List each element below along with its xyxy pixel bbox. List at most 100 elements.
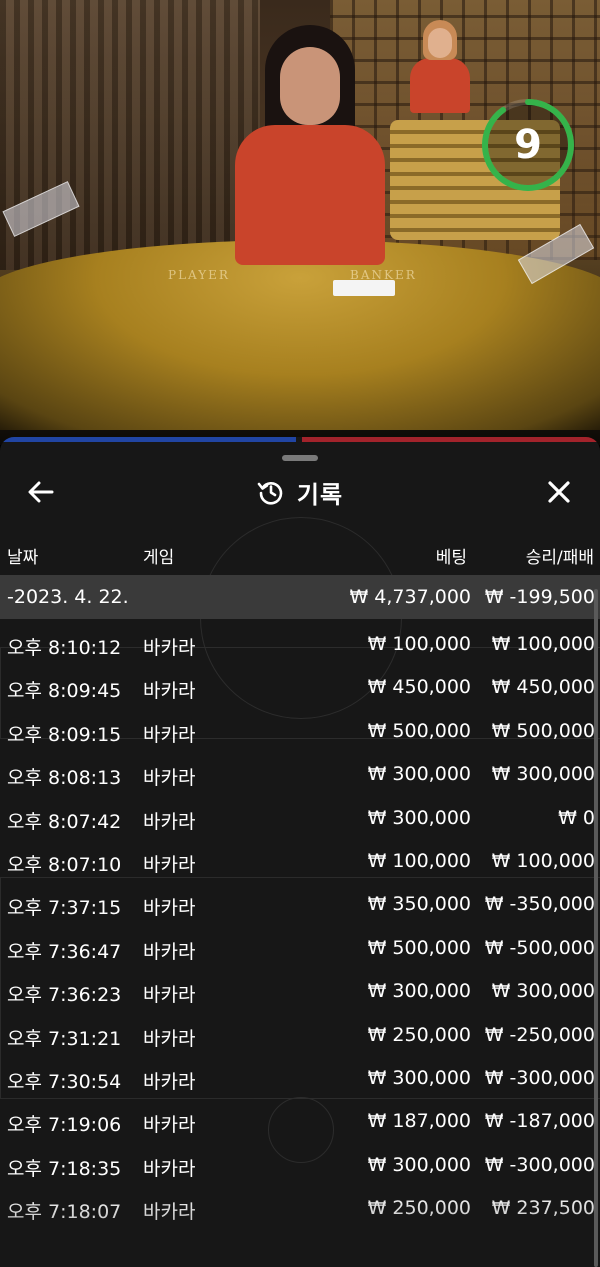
history-icon: [257, 481, 283, 505]
row-game: 바카라: [143, 723, 196, 746]
row-time: 오후 7:37:15: [7, 897, 122, 920]
summary-result-total: ₩ -199,500: [484, 586, 595, 608]
row-bet: ₩ 100,000: [367, 633, 471, 655]
row-game: 바카라: [143, 1157, 196, 1180]
row-time: 오후 7:31:21: [7, 1027, 122, 1050]
baccarat-table: [0, 240, 600, 430]
row-game: 바카라: [143, 1070, 196, 1093]
player-color-bar: [0, 437, 296, 442]
history-panel: 기록 날짜 게임 베팅 승리/패배 -2023. 4. 22. ₩ 4,737,…: [0, 437, 600, 1267]
row-bet: ₩ 300,000: [367, 980, 471, 1003]
history-row[interactable]: 오후 7:18:07 바카라 ₩ 250,000 ₩ 237,500: [0, 1187, 600, 1230]
history-row[interactable]: 오후 8:08:13 바카라 ₩ 300,000 ₩ 300,000: [0, 753, 600, 796]
row-time: 오후 7:36:47: [7, 940, 122, 963]
row-game: 바카라: [143, 810, 196, 833]
row-game: 바카라: [143, 853, 196, 876]
row-time: 오후 7:36:23: [7, 984, 122, 1007]
row-bet: ₩ 500,000: [367, 936, 471, 959]
row-game: 바카라: [143, 1027, 196, 1050]
row-game: 바카라: [143, 680, 196, 703]
row-bet: ₩ 300,000: [367, 806, 471, 829]
banker-color-bar: [302, 437, 600, 442]
close-icon: [548, 481, 570, 503]
timer-value: 9: [514, 122, 542, 168]
row-bet: ₩ 500,000: [367, 719, 471, 742]
date-summary-row[interactable]: -2023. 4. 22. ₩ 4,737,000 ₩ -199,500: [0, 575, 600, 619]
row-time: 오후 8:08:13: [7, 767, 122, 790]
background-curtain: [0, 0, 260, 270]
column-header-date: 날짜: [7, 548, 39, 568]
row-time: 오후 8:09:15: [7, 723, 122, 746]
row-time: 오후 7:19:06: [7, 1114, 122, 1137]
row-result: ₩ -300,000: [484, 1153, 595, 1176]
sheet-header: 기록: [0, 467, 600, 517]
row-game: 바카라: [143, 1114, 196, 1137]
history-row[interactable]: 오후 7:31:21 바카라 ₩ 250,000 ₩ -250,000: [0, 1014, 600, 1057]
row-bet: ₩ 350,000: [367, 893, 471, 916]
row-result: ₩ -187,000: [484, 1110, 595, 1133]
row-result: ₩ 300,000: [491, 980, 595, 1003]
history-list: 오후 8:10:12 바카라 ₩ 100,000 ₩ 100,000 오후 8:09:…: [0, 623, 600, 1230]
close-button[interactable]: [544, 477, 574, 507]
history-row[interactable]: 오후 8:09:15 바카라 ₩ 500,000 ₩ 500,000: [0, 710, 600, 753]
row-bet: ₩ 100,000: [367, 849, 471, 872]
row-time: 오후 7:30:54: [7, 1070, 122, 1093]
scrollbar[interactable]: [594, 589, 598, 1267]
summary-date: -2023. 4. 22.: [7, 586, 129, 608]
row-game: 바카라: [143, 984, 196, 1007]
arrow-left-icon: [28, 481, 54, 503]
row-time: 오후 7:18:35: [7, 1157, 122, 1180]
table-label-banker: BANKER: [350, 268, 417, 282]
row-game: 바카라: [143, 1201, 196, 1224]
column-header-bet: 베팅: [435, 548, 467, 568]
history-row[interactable]: 오후 7:36:23 바카라 ₩ 300,000 ₩ 300,000: [0, 970, 600, 1013]
dealer: [235, 25, 385, 265]
row-time: 오후 8:10:12: [7, 637, 122, 659]
row-time: 오후 7:18:07: [7, 1201, 122, 1224]
countdown-timer: 9: [478, 95, 578, 195]
column-header-result: 승리/패배: [525, 548, 594, 568]
history-row[interactable]: 오후 8:09:45 바카라 ₩ 450,000 ₩ 450,000: [0, 666, 600, 709]
history-row[interactable]: 오후 7:36:47 바카라 ₩ 500,000 ₩ -500,000: [0, 927, 600, 970]
row-game: 바카라: [143, 767, 196, 790]
row-result: ₩ 500,000: [491, 719, 595, 742]
row-result: ₩ -300,000: [484, 1066, 595, 1089]
row-game: 바카라: [143, 940, 196, 963]
table-label-player: PLAYER: [168, 268, 230, 282]
column-header-game: 게임: [143, 548, 175, 568]
history-row[interactable]: 오후 8:07:10 바카라 ₩ 100,000 ₩ 100,000: [0, 840, 600, 883]
summary-bet-total: ₩ 4,737,000: [349, 586, 471, 608]
row-result: ₩ 300,000: [491, 763, 595, 786]
row-game: 바카라: [143, 637, 196, 659]
row-result: ₩ 450,000: [491, 676, 595, 699]
live-video: PLAYER BANKER 9: [0, 0, 600, 445]
row-bet: ₩ 300,000: [367, 1066, 471, 1089]
row-bet: ₩ 300,000: [367, 763, 471, 786]
history-row[interactable]: 오후 8:07:42 바카라 ₩ 300,000 ₩ 0: [0, 797, 600, 840]
row-bet: ₩ 250,000: [367, 1197, 471, 1220]
drag-handle[interactable]: [282, 455, 318, 461]
row-result: ₩ 100,000: [491, 633, 595, 655]
row-time: 오후 8:07:42: [7, 810, 122, 833]
dealt-cards: [333, 280, 395, 296]
row-time: 오후 8:09:45: [7, 680, 122, 703]
panel-title: 기록: [296, 480, 344, 509]
row-game: 바카라: [143, 897, 196, 920]
row-result: ₩ 0: [558, 806, 595, 829]
row-result: ₩ 237,500: [491, 1197, 595, 1220]
back-button[interactable]: [26, 477, 56, 507]
row-result: ₩ -250,000: [484, 1023, 595, 1046]
background-dealer: [405, 20, 475, 113]
row-bet: ₩ 187,000: [367, 1110, 471, 1133]
row-time: 오후 8:07:10: [7, 853, 122, 876]
row-result: ₩ -350,000: [484, 893, 595, 916]
history-row[interactable]: 오후 7:30:54 바카라 ₩ 300,000 ₩ -300,000: [0, 1057, 600, 1100]
history-row[interactable]: 오후 8:10:12 바카라 ₩ 100,000 ₩ 100,000: [0, 623, 600, 666]
row-bet: ₩ 300,000: [367, 1153, 471, 1176]
row-bet: ₩ 250,000: [367, 1023, 471, 1046]
row-result: ₩ -500,000: [484, 936, 595, 959]
row-bet: ₩ 450,000: [367, 676, 471, 699]
history-row[interactable]: 오후 7:37:15 바카라 ₩ 350,000 ₩ -350,000: [0, 883, 600, 926]
history-row[interactable]: 오후 7:19:06 바카라 ₩ 187,000 ₩ -187,000: [0, 1100, 600, 1143]
history-row[interactable]: 오후 7:18:35 바카라 ₩ 300,000 ₩ -300,000: [0, 1144, 600, 1187]
